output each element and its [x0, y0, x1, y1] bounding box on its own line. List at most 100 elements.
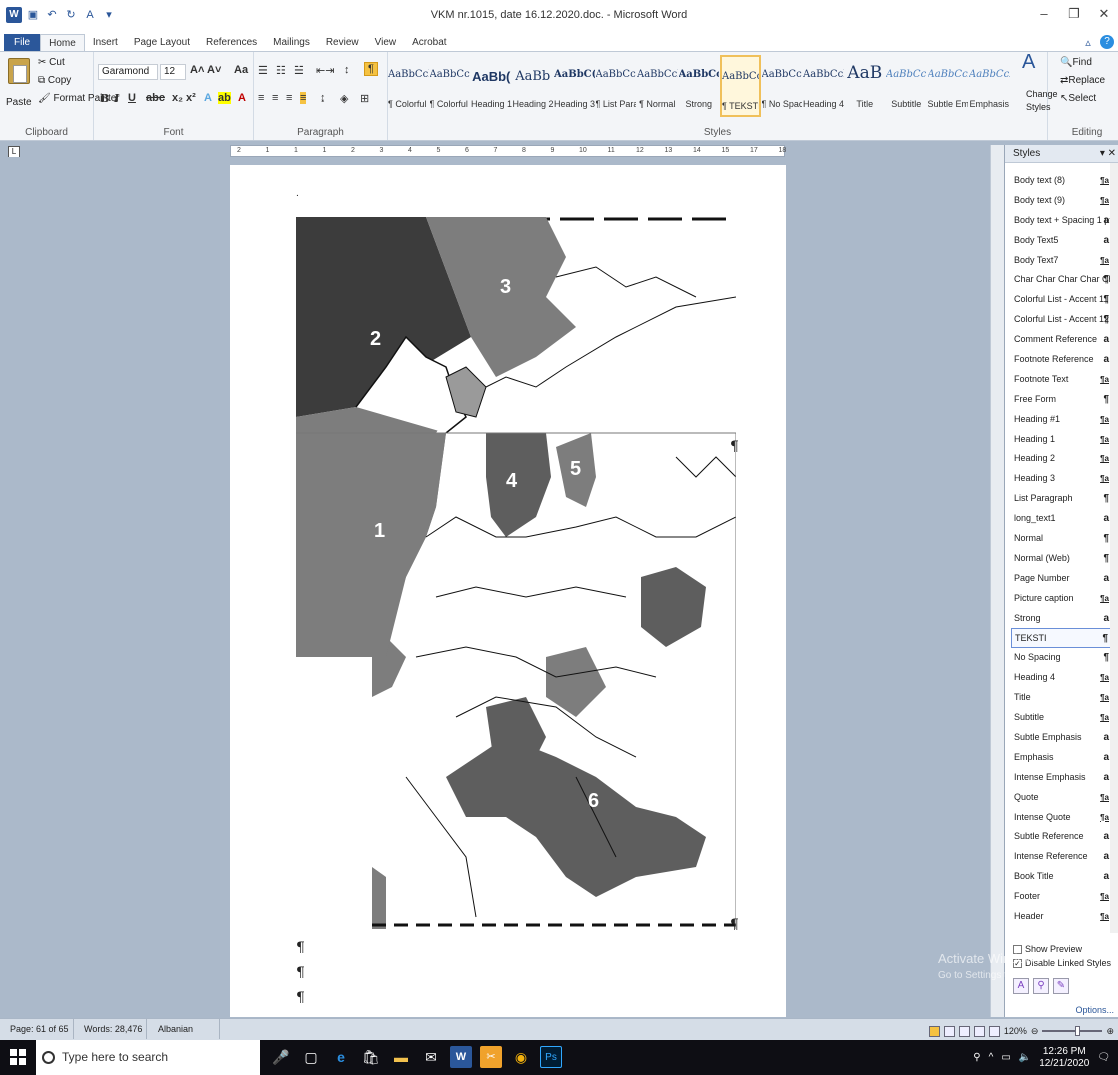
- minimize-button[interactable]: –: [1036, 4, 1052, 24]
- style-tile[interactable]: AaBb(Heading 1: [471, 55, 512, 117]
- bullets-icon[interactable]: ☰: [258, 64, 268, 77]
- tab-file[interactable]: File: [4, 34, 41, 51]
- notifications-icon[interactable]: 🗨: [1097, 1052, 1110, 1063]
- style-tile[interactable]: AaBbCcDc ¶ Normal: [637, 55, 678, 117]
- sort-icon[interactable]: ↕: [344, 64, 350, 76]
- tab-home[interactable]: Home: [40, 34, 85, 51]
- style-tile[interactable]: AaBbCcI ¶ List Para...: [596, 55, 637, 117]
- cut-button[interactable]: ✂ Cut: [38, 56, 65, 69]
- task-view-icon[interactable]: ▢: [300, 1046, 322, 1068]
- style-list-item[interactable]: Heading 3 ¶a: [1011, 469, 1111, 489]
- outline-icon[interactable]: [973, 1025, 985, 1037]
- style-tile[interactable]: AaBbCcDd Strong: [679, 55, 720, 117]
- change-case-icon[interactable]: Aa: [234, 64, 248, 76]
- style-list-item[interactable]: Subtle Reference a: [1011, 827, 1111, 847]
- people-icon[interactable]: ⚲: [973, 1052, 980, 1063]
- horizontal-ruler[interactable]: 2 1 1 1 2 3 4 5 6 7 8 9 10 11 12 13 14 15 17 18: [230, 145, 786, 157]
- align-center-icon[interactable]: ≡: [272, 92, 278, 104]
- style-list-item[interactable]: Normal ¶: [1011, 529, 1111, 549]
- style-list-item[interactable]: Body Text5 a: [1011, 231, 1111, 251]
- tab-insert[interactable]: Insert: [85, 34, 126, 51]
- justify-icon[interactable]: ≡: [300, 92, 307, 104]
- style-list-item[interactable]: Heading 4 ¶a: [1011, 668, 1111, 688]
- multilevel-list-icon[interactable]: ☱: [294, 64, 304, 77]
- style-list-item[interactable]: Subtle Emphasis a: [1011, 728, 1111, 748]
- style-tile[interactable]: AaBbCcDi Emphasis: [969, 55, 1010, 117]
- change-styles-icon[interactable]: A: [1022, 52, 1035, 72]
- style-list-item[interactable]: Heading 2 ¶a: [1011, 449, 1111, 469]
- document-scrollbar[interactable]: [990, 145, 1004, 1017]
- windows-start-icon[interactable]: [10, 1049, 26, 1065]
- style-list-item[interactable]: Footnote Text ¶a: [1011, 370, 1111, 390]
- styles-options-link[interactable]: Options...: [1075, 1005, 1114, 1015]
- style-list-item[interactable]: Intense Quote ¶a: [1011, 808, 1111, 828]
- mail-icon[interactable]: ✉: [420, 1046, 442, 1068]
- style-list-item[interactable]: Emphasis a: [1011, 748, 1111, 768]
- help-icon[interactable]: ?: [1100, 35, 1114, 49]
- subscript-superscript-icon[interactable]: x₂ x²: [172, 92, 196, 104]
- strikethrough-button[interactable]: abc: [146, 92, 165, 104]
- restore-button[interactable]: ❐: [1066, 4, 1082, 24]
- zoom-slider[interactable]: [1042, 1026, 1103, 1036]
- indent-icon[interactable]: ⇤⇥: [316, 64, 334, 77]
- tab-references[interactable]: References: [198, 34, 265, 51]
- style-list-item[interactable]: Normal (Web) ¶: [1011, 549, 1111, 569]
- style-list-item[interactable]: Char Char Char Char Char Ch¶: [1011, 270, 1111, 290]
- microphone-icon[interactable]: 🎤: [270, 1046, 292, 1068]
- style-tile[interactable]: AaBbCcDi Subtle Em...: [928, 55, 969, 117]
- style-list-item[interactable]: Intense Reference a: [1011, 847, 1111, 867]
- tab-mailings[interactable]: Mailings: [265, 34, 318, 51]
- numbering-icon[interactable]: ☷: [276, 64, 286, 77]
- tab-acrobat[interactable]: Acrobat: [404, 34, 454, 51]
- snip-app-icon[interactable]: ✂: [480, 1046, 502, 1068]
- style-tile[interactable]: AaBbCcI ¶ TEKSTI: [720, 55, 761, 117]
- align-left-icon[interactable]: ≡: [258, 92, 264, 104]
- style-list-item[interactable]: Free Form ¶: [1011, 390, 1111, 410]
- style-list-item[interactable]: No Spacing ¶: [1011, 648, 1111, 668]
- select-button[interactable]: ↖Select: [1060, 92, 1096, 105]
- style-list-item[interactable]: Comment Reference a: [1011, 330, 1111, 350]
- style-list-item[interactable]: List Paragraph ¶: [1011, 489, 1111, 509]
- style-list-item[interactable]: Body text (9) ¶a: [1011, 191, 1111, 211]
- borders-icon[interactable]: ⊞: [360, 92, 369, 105]
- line-spacing-icon[interactable]: ↨: [320, 92, 326, 104]
- grow-font-icon[interactable]: A˄ A˅: [190, 64, 221, 76]
- italic-button[interactable]: I: [114, 92, 119, 105]
- style-tile[interactable]: AaBbCcD Heading 4: [803, 55, 844, 117]
- style-list-item[interactable]: Intense Emphasis a: [1011, 768, 1111, 788]
- style-tile[interactable]: AaB Title: [845, 55, 886, 117]
- store-icon[interactable]: 🛍: [360, 1046, 382, 1068]
- bold-button[interactable]: B: [100, 92, 109, 105]
- paste-icon[interactable]: [8, 58, 30, 84]
- shading-icon[interactable]: ◈: [340, 92, 348, 105]
- taskbar-search[interactable]: Type here to search: [36, 1040, 260, 1075]
- style-list-item[interactable]: Body Text7 ¶a: [1011, 251, 1111, 271]
- style-tile[interactable]: AaBb Heading 2: [513, 55, 554, 117]
- style-tile[interactable]: AaBbCcDc ¶ No Spaci...: [762, 55, 803, 117]
- styles-pane-scrollbar[interactable]: [1110, 163, 1118, 933]
- page-count[interactable]: Page: 61 of 65: [6, 1019, 74, 1039]
- style-list-item[interactable]: Header ¶a: [1011, 907, 1111, 927]
- highlight-icon[interactable]: ab: [218, 92, 231, 104]
- style-list-item[interactable]: long_text1 a: [1011, 509, 1111, 529]
- europe-zones-map[interactable]: 2 3 1 4 5 6: [296, 217, 737, 929]
- tab-page-layout[interactable]: Page Layout: [126, 34, 198, 51]
- style-list-item[interactable]: TEKSTI ¶: [1011, 628, 1111, 649]
- style-list-item[interactable]: Book Title a: [1011, 867, 1111, 887]
- underline-button[interactable]: U: [128, 92, 136, 104]
- style-tile[interactable]: AaBbCc. Subtitle: [886, 55, 927, 117]
- draft-icon[interactable]: [988, 1025, 1000, 1037]
- word-app-icon[interactable]: W: [450, 1046, 472, 1068]
- font-name-select[interactable]: Garamond: [98, 64, 158, 80]
- chrome-icon[interactable]: ◉: [510, 1046, 532, 1068]
- edge-icon[interactable]: e: [330, 1046, 352, 1068]
- close-button[interactable]: ✕: [1096, 4, 1112, 24]
- file-explorer-icon[interactable]: ▬: [390, 1046, 412, 1068]
- find-button[interactable]: 🔍Find: [1060, 56, 1092, 69]
- style-list-item[interactable]: Heading 1 ¶a: [1011, 430, 1111, 450]
- replace-button[interactable]: ⇄Replace: [1060, 74, 1105, 87]
- clock[interactable]: 12:26 PM 12/21/2020: [1039, 1046, 1089, 1070]
- zoom-level[interactable]: 120%: [1004, 1021, 1027, 1041]
- style-tile[interactable]: AaBbCcI ¶ Colorful ...: [388, 55, 429, 117]
- language[interactable]: Albanian: [154, 1019, 220, 1039]
